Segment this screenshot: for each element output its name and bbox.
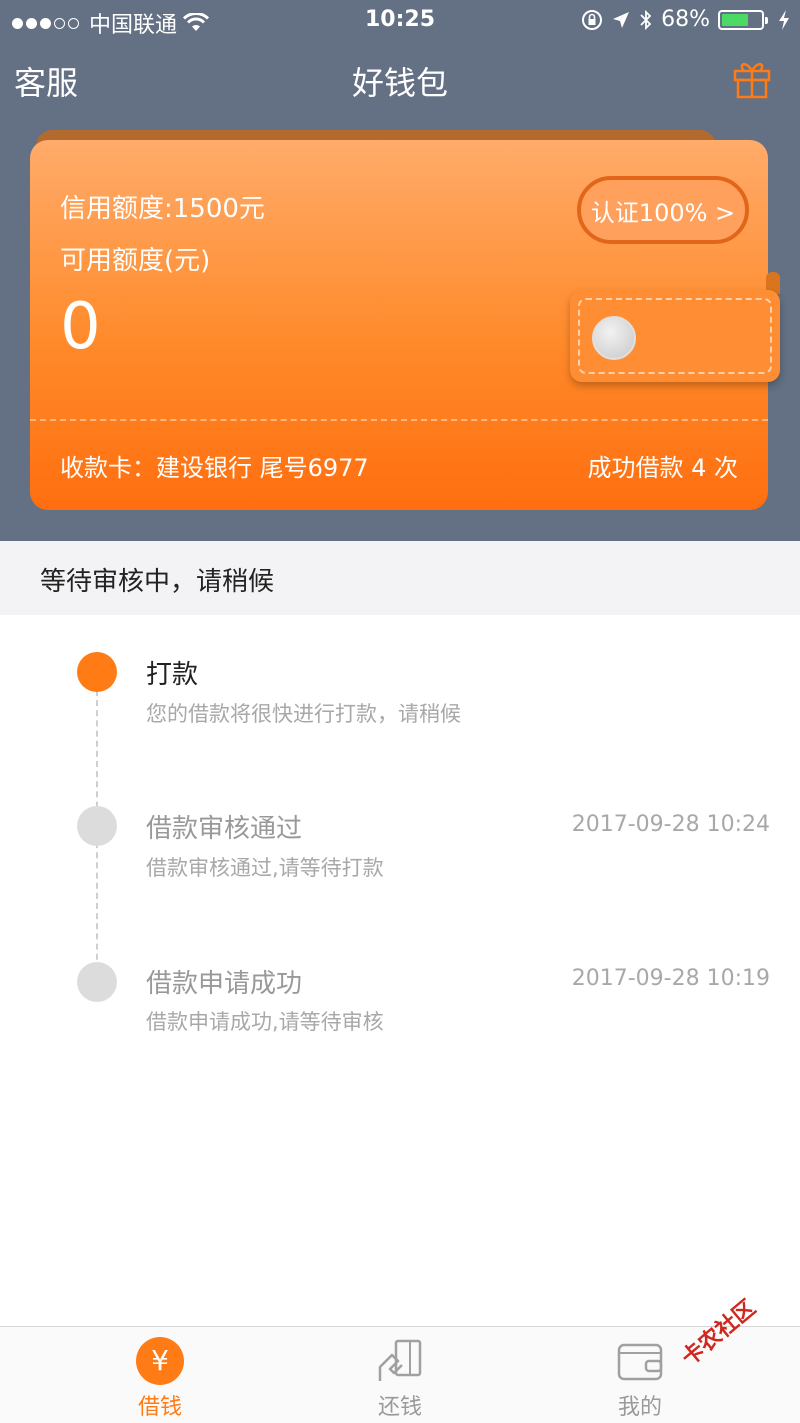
timeline-time: 2017-09-28 10:24	[571, 812, 770, 837]
tab-borrow-label: 借钱	[137, 1395, 182, 1420]
timeline-dot	[77, 806, 117, 846]
wallet-clasp	[570, 290, 780, 382]
timeline-desc: 借款申请成功,请等待审核	[146, 1010, 384, 1034]
tab-repay[interactable]: 还钱	[340, 1337, 460, 1421]
clasp-button-icon	[592, 316, 636, 360]
rotation-lock-icon	[582, 9, 603, 30]
timeline-dot-active	[77, 652, 117, 692]
status-banner-text: 等待审核中，请稍候	[40, 567, 275, 597]
timeline-title: 借款审核通过	[146, 814, 303, 844]
bank-card-info: 收款卡：建设银行 尾号6977	[60, 454, 369, 482]
yen-icon: ¥	[136, 1337, 184, 1385]
card-hand-icon	[378, 1339, 422, 1381]
timeline-title: 打款	[146, 660, 199, 690]
timeline-dot	[77, 962, 117, 1002]
page-title: 好钱包	[351, 64, 448, 102]
bluetooth-icon	[640, 9, 652, 30]
battery-percent: 68%	[661, 7, 710, 32]
charging-icon	[779, 9, 789, 30]
tab-mine-label: 我的	[617, 1395, 662, 1420]
timeline-desc: 您的借款将很快进行打款，请稍候	[146, 702, 461, 726]
credit-limit: 信用额度:1500元	[60, 194, 265, 224]
status-bar: 中国联通 10:25 68%	[0, 0, 800, 40]
tab-repay-label: 还钱	[377, 1395, 422, 1420]
battery-icon	[718, 9, 768, 30]
gift-icon[interactable]	[730, 56, 774, 100]
card-divider	[30, 419, 768, 421]
wallet-icon	[617, 1343, 663, 1381]
available-label: 可用额度(元)	[60, 246, 211, 276]
timeline-title: 借款申请成功	[146, 969, 303, 999]
status-banner: 等待审核中，请稍候	[0, 541, 800, 615]
available-amount: 0	[60, 290, 101, 364]
timeline-time: 2017-09-28 10:19	[571, 966, 770, 991]
timeline-desc: 借款审核通过,请等待打款	[146, 856, 384, 880]
verification-button[interactable]: 认证100% >	[577, 176, 749, 244]
tab-borrow[interactable]: ¥ 借钱	[100, 1337, 220, 1421]
success-loan-count: 成功借款 4 次	[587, 454, 738, 482]
location-icon	[613, 11, 630, 28]
